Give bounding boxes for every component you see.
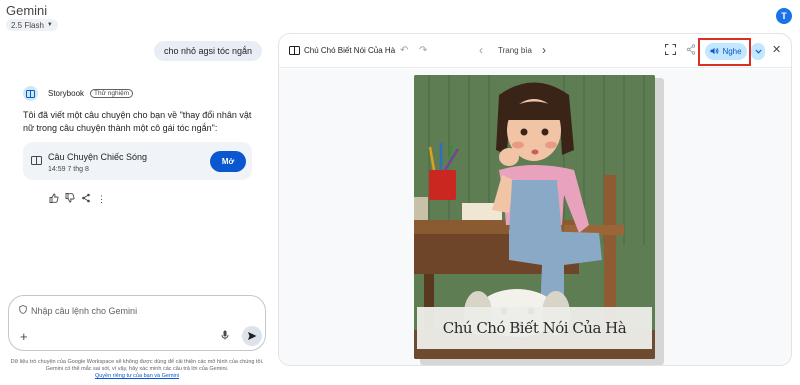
disclaimer: Dữ liệu trò chuyện của Google Workspace … xyxy=(8,359,266,380)
response-text: Tôi đã viết một câu chuyện cho bạn về "t… xyxy=(23,110,252,133)
shield-icon xyxy=(19,305,27,316)
prompt-input-box[interactable]: Nhập câu lệnh cho Gemini + xyxy=(8,295,266,351)
listen-options-button[interactable] xyxy=(751,43,765,60)
story-viewer: Chú Chó Biết Nói Của Hà xyxy=(279,69,791,365)
listen-button[interactable]: Nghe xyxy=(705,43,747,60)
chevron-down-icon xyxy=(754,49,762,54)
close-icon[interactable]: ✕ xyxy=(772,43,781,56)
open-story-button[interactable]: Mở xyxy=(210,151,246,172)
storybook-panel: Chú Chó Biết Nói Của Hà ↶ ↷ ‹ Trang bìa … xyxy=(278,33,792,366)
app-title[interactable]: Gemini xyxy=(6,3,47,18)
chevron-down-icon: ▼ xyxy=(46,22,53,28)
share-icon[interactable] xyxy=(686,44,696,57)
book-icon xyxy=(31,156,42,167)
book[interactable]: Chú Chó Biết Nói Của Hà xyxy=(414,75,664,365)
feedback-actions: ⋮ xyxy=(49,193,106,205)
prompt-input[interactable]: Nhập câu lệnh cho Gemini xyxy=(19,305,137,316)
share-icon[interactable] xyxy=(81,193,91,205)
prev-page-button[interactable]: ‹ xyxy=(479,43,483,57)
fullscreen-icon[interactable] xyxy=(664,43,677,57)
story-card-timestamp: 14:59 7 thg 8 xyxy=(48,166,89,173)
listen-label: Nghe xyxy=(722,47,742,56)
cover-title: Chú Chó Biết Nói Của Hà xyxy=(442,319,627,337)
prompt-placeholder: Nhập câu lệnh cho Gemini xyxy=(31,305,138,316)
story-card-title: Câu Chuyện Chiếc Sóng xyxy=(48,152,148,162)
book-cover: Chú Chó Biết Nói Của Hà xyxy=(414,75,655,359)
experimental-badge: Thử nghiệm xyxy=(90,89,134,98)
page-label: Trang bìa xyxy=(498,46,532,55)
user-message: cho nhỏ agsi tóc ngắn xyxy=(154,41,263,61)
speaker-icon xyxy=(710,47,719,57)
storybook-label: Storybook xyxy=(48,89,85,98)
thumbs-up-icon[interactable] xyxy=(49,193,59,205)
storybook-icon xyxy=(23,86,38,101)
next-page-button[interactable]: › xyxy=(542,43,546,57)
model-selector[interactable]: 2.5 Flash ▼ xyxy=(6,19,58,31)
avatar[interactable]: T xyxy=(776,8,792,24)
undo-icon[interactable]: ↶ xyxy=(400,45,408,56)
story-card[interactable]: Câu Chuyện Chiếc Sóng 14:59 7 thg 8 Mở xyxy=(23,142,252,180)
thumbs-down-icon[interactable] xyxy=(65,193,75,205)
panel-toolbar: Chú Chó Biết Nói Của Hà ↶ ↷ ‹ Trang bìa … xyxy=(279,34,791,68)
panel-title: Chú Chó Biết Nói Của Hà xyxy=(304,46,396,55)
book-icon xyxy=(289,46,300,57)
send-icon xyxy=(248,332,257,340)
add-attachment-button[interactable]: + xyxy=(20,329,28,344)
privacy-link[interactable]: Quyền riêng tư của bạn và Gemini xyxy=(95,373,179,379)
redo-icon[interactable]: ↷ xyxy=(419,45,427,56)
send-button[interactable] xyxy=(242,326,262,346)
more-options-icon[interactable]: ⋮ xyxy=(97,194,106,205)
cover-title-band: Chú Chó Biết Nói Của Hà xyxy=(417,307,652,349)
mic-icon[interactable] xyxy=(221,330,229,342)
model-label: 2.5 Flash xyxy=(11,20,44,30)
storybook-header: Storybook Thử nghiệm xyxy=(23,86,134,101)
disclaimer-text: Dữ liệu trò chuyện của Google Workspace … xyxy=(10,359,264,372)
